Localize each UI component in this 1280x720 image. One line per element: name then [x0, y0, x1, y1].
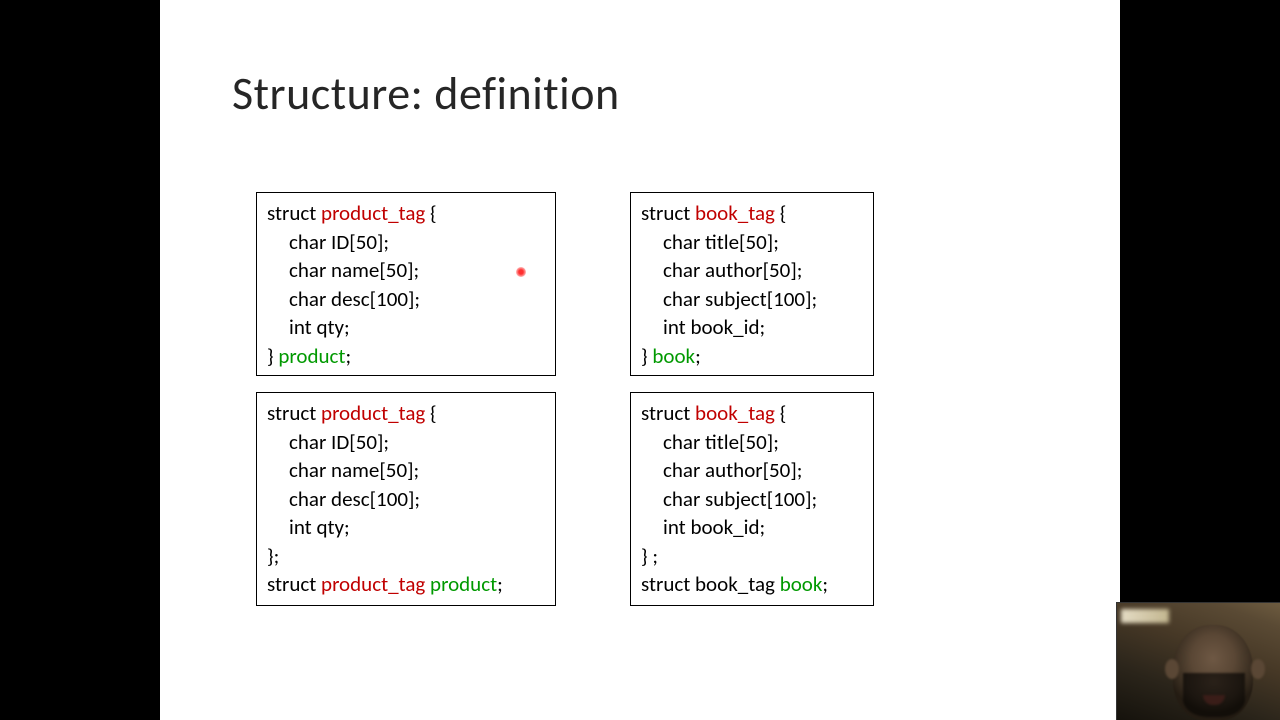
code-text: {	[775, 400, 786, 426]
code-text: struct	[641, 200, 695, 226]
code-text: book	[652, 343, 695, 369]
code-text: char author[50];	[663, 257, 802, 283]
code-text: char subject[100];	[663, 286, 817, 312]
code-text: char desc[100];	[289, 486, 420, 512]
code-text: char title[50];	[663, 429, 779, 455]
code-box-product-separate: struct product_tag { char ID[50]; char n…	[256, 392, 556, 606]
code-text: }	[641, 343, 652, 369]
code-text: book_tag	[695, 200, 775, 226]
code-text: struct	[641, 400, 695, 426]
webcam-overlay	[1116, 602, 1280, 720]
code-text: char ID[50];	[289, 229, 389, 255]
code-text: int book_id;	[663, 514, 765, 540]
code-text: {	[425, 200, 436, 226]
code-text: ;	[497, 571, 503, 597]
laser-pointer-icon	[516, 267, 526, 277]
code-text: } ;	[641, 543, 658, 569]
code-text: book	[780, 571, 823, 597]
code-text: int qty;	[289, 314, 350, 340]
code-text: char subject[100];	[663, 486, 817, 512]
code-text: ;	[822, 571, 828, 597]
code-text: char name[50];	[289, 257, 419, 283]
code-text: int qty;	[289, 514, 350, 540]
code-text: product_tag	[321, 400, 425, 426]
code-text: int book_id;	[663, 314, 765, 340]
code-box-product-inline: struct product_tag { char ID[50]; char n…	[256, 192, 556, 376]
code-text: char title[50];	[663, 229, 779, 255]
code-text: char desc[100];	[289, 286, 420, 312]
code-text: struct	[267, 200, 321, 226]
slide: Structure: definition struct product_tag…	[160, 0, 1120, 720]
code-text: }	[267, 343, 278, 369]
code-text: struct book_tag	[641, 571, 780, 597]
code-text: ;	[695, 343, 701, 369]
code-text: struct	[267, 571, 321, 597]
code-text: product_tag	[321, 200, 425, 226]
slide-title: Structure: definition	[232, 66, 620, 122]
code-box-book-separate: struct book_tag { char title[50]; char a…	[630, 392, 874, 606]
code-text: char name[50];	[289, 457, 419, 483]
code-text: ;	[345, 343, 351, 369]
code-text: char ID[50];	[289, 429, 389, 455]
code-box-book-inline: struct book_tag { char title[50]; char a…	[630, 192, 874, 376]
code-text: char author[50];	[663, 457, 802, 483]
code-text: struct	[267, 400, 321, 426]
code-text: {	[775, 200, 786, 226]
code-text: product_tag	[321, 571, 425, 597]
code-text: };	[267, 543, 279, 569]
code-text: book_tag	[695, 400, 775, 426]
code-text: {	[425, 400, 436, 426]
code-text: product	[430, 571, 497, 597]
code-text: product	[278, 343, 345, 369]
